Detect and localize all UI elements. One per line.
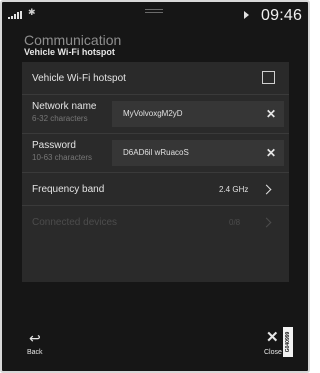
frequency-band-value: 2.4 GHz bbox=[219, 185, 249, 194]
password-label: Password bbox=[32, 140, 76, 151]
clear-network-name-icon[interactable]: ✕ bbox=[266, 107, 276, 121]
page-subtitle: Vehicle Wi-Fi hotspot bbox=[24, 47, 115, 57]
password-row: Password 10-63 characters D6AD6il wRuaco… bbox=[22, 134, 289, 173]
status-bar: ✱ 09:46 bbox=[2, 2, 308, 28]
connected-devices-value: 0/8 bbox=[229, 218, 241, 227]
network-name-hint: 6-32 characters bbox=[32, 114, 88, 123]
network-name-value: MyVolvoxgM2yD bbox=[123, 109, 183, 118]
page-title: Communication bbox=[24, 32, 122, 48]
network-name-field[interactable]: MyVolvoxgM2yD ✕ bbox=[112, 101, 284, 127]
screen-frame: ✱ 09:46 Communication Vehicle Wi-Fi hots… bbox=[0, 0, 310, 373]
bluetooth-icon: ✱ bbox=[28, 7, 36, 17]
password-hint: 10-63 characters bbox=[32, 153, 93, 162]
close-label: Close bbox=[264, 349, 282, 356]
play-icon bbox=[244, 11, 249, 19]
reference-code: G040999 bbox=[285, 331, 291, 353]
back-arrow-icon: ↩ bbox=[29, 330, 41, 346]
connected-devices-label: Connected devices bbox=[32, 217, 118, 228]
network-name-label: Network name bbox=[32, 101, 97, 112]
close-icon: ✕ bbox=[266, 329, 279, 346]
back-button[interactable]: ↩ Back bbox=[22, 330, 52, 360]
settings-panel: Vehicle Wi-Fi hotspot Network name 6-32 … bbox=[22, 62, 289, 282]
signal-icon bbox=[8, 11, 22, 19]
hotspot-label: Vehicle Wi-Fi hotspot bbox=[32, 73, 126, 84]
footer-bar: ↩ Back ✕ Close bbox=[2, 320, 308, 371]
handle-icon[interactable] bbox=[145, 9, 163, 16]
frequency-band-label: Frequency band bbox=[32, 184, 105, 195]
connected-devices-row[interactable]: Connected devices 0/8 bbox=[22, 206, 289, 238]
reference-tag: G040999 bbox=[283, 327, 293, 357]
password-value: D6AD6il wRuacoS bbox=[123, 148, 189, 157]
frequency-band-row[interactable]: Frequency band 2.4 GHz bbox=[22, 173, 289, 206]
clock: 09:46 bbox=[261, 7, 303, 24]
clear-password-icon[interactable]: ✕ bbox=[266, 146, 276, 160]
hotspot-row[interactable]: Vehicle Wi-Fi hotspot bbox=[22, 62, 289, 95]
chevron-right-icon bbox=[261, 184, 272, 195]
network-name-row: Network name 6-32 characters MyVolvoxgM2… bbox=[22, 95, 289, 134]
back-label: Back bbox=[27, 349, 43, 356]
chevron-right-icon bbox=[261, 217, 272, 228]
hotspot-checkbox[interactable] bbox=[262, 71, 275, 84]
password-field[interactable]: D6AD6il wRuacoS ✕ bbox=[112, 140, 284, 166]
